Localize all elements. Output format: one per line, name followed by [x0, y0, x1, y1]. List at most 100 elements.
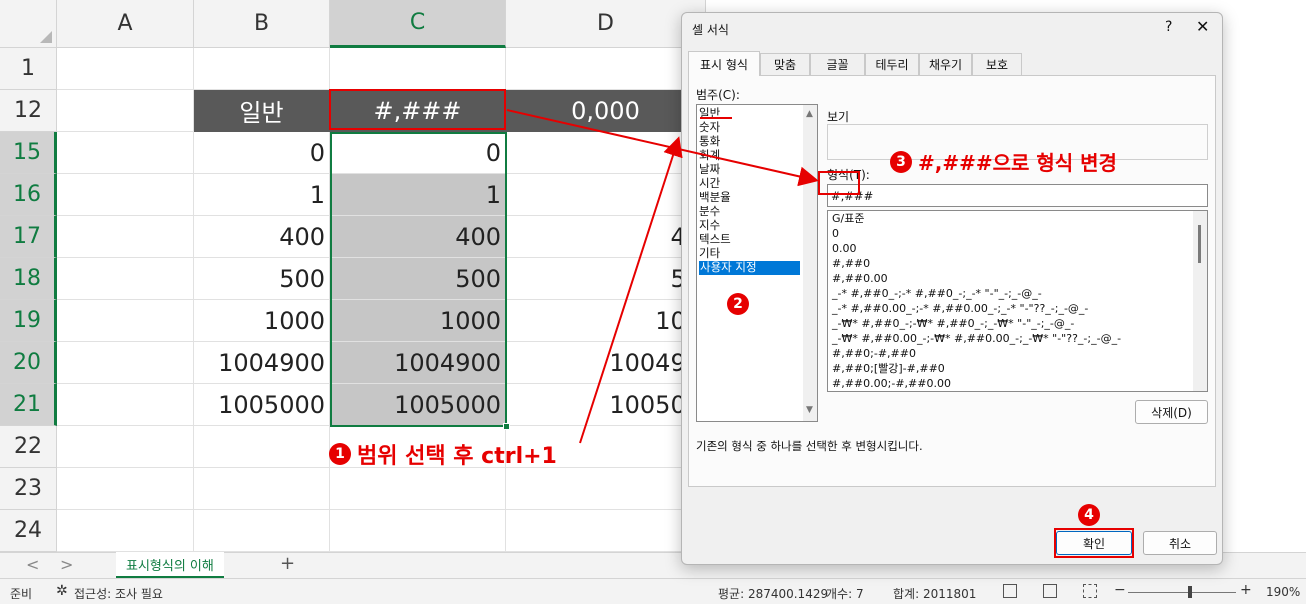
cell-c16[interactable]: 1: [330, 174, 506, 216]
category-item-number[interactable]: 숫자: [699, 121, 720, 135]
format-type-input[interactable]: #,###: [827, 184, 1208, 207]
cell-d18[interactable]: 50: [506, 258, 706, 300]
row-header-19[interactable]: 19: [0, 300, 57, 342]
zoom-slider-track[interactable]: [1128, 592, 1236, 593]
cell-c24[interactable]: [330, 510, 506, 552]
accessibility-status[interactable]: 접근성: 조사 필요: [74, 585, 163, 602]
category-item-scientific[interactable]: 지수: [699, 219, 720, 233]
row-header-12[interactable]: 12: [0, 90, 57, 132]
cancel-button[interactable]: 취소: [1143, 531, 1217, 555]
cell-a16[interactable]: [57, 174, 194, 216]
cell-d12[interactable]: 0,000: [506, 90, 706, 132]
cell-c17[interactable]: 400: [330, 216, 506, 258]
fill-handle[interactable]: [503, 423, 510, 430]
cell-d16[interactable]: [506, 174, 706, 216]
cell-d1[interactable]: [506, 48, 706, 90]
format-code-scroll-thumb[interactable]: [1198, 225, 1201, 263]
cell-b17[interactable]: 400: [194, 216, 330, 258]
format-code-item[interactable]: G/표준: [832, 212, 864, 225]
zoom-slider-thumb[interactable]: [1188, 586, 1192, 598]
status-sum[interactable]: 합계: 2011801: [893, 585, 976, 602]
cell-c19[interactable]: 1000: [330, 300, 506, 342]
cell-c20[interactable]: 1004900: [330, 342, 506, 384]
category-item-percentage[interactable]: 백분율: [699, 191, 731, 205]
cell-a22[interactable]: [57, 426, 194, 468]
category-item-text[interactable]: 텍스트: [699, 233, 731, 247]
cell-a23[interactable]: [57, 468, 194, 510]
cell-a21[interactable]: [57, 384, 194, 426]
cell-d24[interactable]: [506, 510, 706, 552]
row-header-21[interactable]: 21: [0, 384, 57, 426]
cell-b21[interactable]: 1005000: [194, 384, 330, 426]
category-scrollbar[interactable]: ▲ ▼: [803, 105, 817, 421]
cell-d21[interactable]: 100500: [506, 384, 706, 426]
ok-button[interactable]: 확인: [1056, 531, 1132, 555]
add-sheet-plus-icon[interactable]: +: [280, 553, 295, 574]
cell-a20[interactable]: [57, 342, 194, 384]
category-item-date[interactable]: 날짜: [699, 163, 720, 177]
cell-b20[interactable]: 1004900: [194, 342, 330, 384]
cell-d19[interactable]: 100: [506, 300, 706, 342]
row-header-1[interactable]: 1: [0, 48, 57, 90]
row-header-24[interactable]: 24: [0, 510, 57, 552]
cell-a24[interactable]: [57, 510, 194, 552]
cell-a1[interactable]: [57, 48, 194, 90]
cell-d20[interactable]: 100490: [506, 342, 706, 384]
format-code-item[interactable]: #,##0: [832, 257, 870, 270]
prev-sheet-arrow-icon[interactable]: <: [26, 555, 39, 574]
scroll-up-arrow-icon[interactable]: ▲: [806, 109, 813, 119]
cell-a15[interactable]: [57, 132, 194, 174]
category-item-currency[interactable]: 통화: [699, 135, 720, 149]
row-header-22[interactable]: 22: [0, 426, 57, 468]
format-code-scrollbar[interactable]: [1193, 211, 1207, 391]
page-layout-view-icon[interactable]: [1043, 584, 1057, 598]
cell-d17[interactable]: 40: [506, 216, 706, 258]
format-code-item[interactable]: _-₩* #,##0.00_-;-₩* #,##0.00_-;_-₩* "-"?…: [832, 332, 1121, 345]
format-code-listbox[interactable]: G/표준 0 0.00 #,##0 #,##0.00 _-* #,##0_-;-…: [827, 210, 1208, 392]
column-header-b[interactable]: B: [194, 0, 330, 48]
zoom-in-button[interactable]: +: [1240, 582, 1252, 598]
format-code-item[interactable]: 0: [832, 227, 839, 240]
next-sheet-arrow-icon[interactable]: >: [60, 555, 73, 574]
row-header-20[interactable]: 20: [0, 342, 57, 384]
category-item-custom[interactable]: 사용자 지정: [699, 261, 800, 275]
category-item-fraction[interactable]: 분수: [699, 205, 720, 219]
cell-b12[interactable]: 일반: [194, 90, 330, 132]
cell-c23[interactable]: [330, 468, 506, 510]
cell-c12[interactable]: #,###: [330, 90, 506, 132]
cell-c15[interactable]: 0: [330, 132, 506, 174]
scroll-down-arrow-icon[interactable]: ▼: [806, 405, 813, 415]
close-icon[interactable]: ✕: [1196, 17, 1209, 36]
cell-c1[interactable]: [330, 48, 506, 90]
format-code-item[interactable]: _-* #,##0_-;-* #,##0_-;_-* "-"_-;_-@_-: [832, 287, 1042, 300]
category-item-special[interactable]: 기타: [699, 247, 720, 261]
tab-fill[interactable]: 채우기: [919, 53, 972, 75]
delete-format-button[interactable]: 삭제(D): [1135, 400, 1208, 424]
row-header-16[interactable]: 16: [0, 174, 57, 216]
cell-b15[interactable]: 0: [194, 132, 330, 174]
status-average[interactable]: 평균: 287400.1429: [718, 585, 828, 602]
format-code-item[interactable]: #,##0.00;-#,##0.00: [832, 377, 951, 390]
zoom-out-button[interactable]: −: [1114, 582, 1126, 598]
cell-d23[interactable]: [506, 468, 706, 510]
cell-c21[interactable]: 1005000: [330, 384, 506, 426]
cell-c18[interactable]: 500: [330, 258, 506, 300]
tab-protection[interactable]: 보호: [972, 53, 1022, 75]
cell-b23[interactable]: [194, 468, 330, 510]
format-code-item[interactable]: _-₩* #,##0_-;-₩* #,##0_-;_-₩* "-"_-;_-@_…: [832, 317, 1074, 330]
cell-d15[interactable]: [506, 132, 706, 174]
column-header-c[interactable]: C: [330, 0, 506, 48]
row-header-15[interactable]: 15: [0, 132, 57, 174]
cell-a12[interactable]: [57, 90, 194, 132]
column-header-d[interactable]: D: [506, 0, 706, 48]
category-item-accounting[interactable]: 회계: [699, 149, 720, 163]
select-all-corner[interactable]: [0, 0, 57, 48]
format-code-item[interactable]: _-* #,##0.00_-;-* #,##0.00_-;_-* "-"??_-…: [832, 302, 1088, 315]
tab-alignment[interactable]: 맞춤: [760, 53, 810, 75]
format-code-item[interactable]: #,##0;-#,##0: [832, 347, 916, 360]
format-code-item[interactable]: #,##0;[빨강]-#,##0: [832, 362, 945, 375]
cell-b24[interactable]: [194, 510, 330, 552]
category-listbox[interactable]: 일반 숫자 통화 회계 날짜 시간 백분율 분수 지수 텍스트 기타 사용자 지…: [696, 104, 818, 422]
sheet-tab-active[interactable]: 표시형식의 이해: [116, 552, 224, 579]
format-code-item[interactable]: #,##0.00: [832, 272, 888, 285]
